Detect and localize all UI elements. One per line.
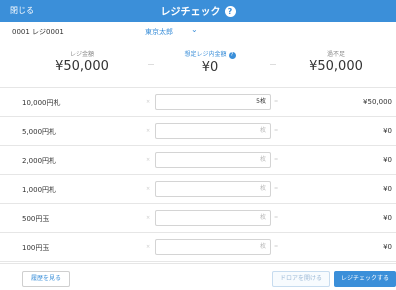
quantity-input[interactable]: 枚	[155, 239, 271, 255]
denomination-label: 500円玉	[22, 215, 50, 223]
equals-sign: =	[274, 99, 279, 105]
table-row: 500円玉 × 枚 = ¥0	[0, 204, 396, 233]
open-drawer-button[interactable]: ドロアを開ける	[272, 271, 330, 287]
quantity-input[interactable]: 5枚	[155, 94, 271, 110]
row-amount: ¥0	[383, 156, 392, 164]
table-row: 10,000円札 × 5枚 = ¥50,000	[0, 88, 396, 117]
equals-sign: =	[274, 244, 279, 250]
table-row: 1,000円札 × 枚 = ¥0	[0, 175, 396, 204]
page-title: レジチェック	[160, 7, 221, 18]
table-row: 2,000円札 × 枚 = ¥0	[0, 146, 396, 175]
row-amount: ¥0	[383, 214, 392, 222]
summary-panel: レジ金額 ¥50,000 想定レジ内金額? ¥0 過不足 ¥50,000	[0, 40, 396, 88]
register-amount-value: ¥50,000	[55, 59, 109, 74]
register-bar: 0001 レジ0001 東京太郎 ⌄	[0, 22, 396, 40]
help-icon[interactable]: ?	[228, 52, 236, 59]
equals-sign: =	[274, 128, 279, 134]
multiply-sign: ×	[146, 186, 151, 192]
difference-block: 過不足 ¥50,000	[276, 49, 396, 74]
denomination-label: 2,000円札	[22, 157, 57, 165]
history-button[interactable]: 履歴を見る	[22, 271, 70, 287]
row-amount: ¥0	[383, 185, 392, 193]
row-amount: ¥50,000	[363, 98, 392, 106]
quantity-input[interactable]: 枚	[155, 123, 271, 139]
footer-bar: 履歴を見る ドロアを開ける レジチェックする	[0, 263, 396, 290]
quantity-input[interactable]: 枚	[155, 181, 271, 197]
expected-amount-label: 想定レジ内金額	[184, 51, 227, 58]
multiply-sign: ×	[146, 244, 151, 250]
table-row: 5,000円札 × 枚 = ¥0	[0, 117, 396, 146]
denomination-label: 100円玉	[22, 244, 50, 252]
equals-sign: =	[274, 157, 279, 163]
page-title-group: レジチェック?	[0, 3, 396, 18]
store-selector[interactable]: 東京太郎	[145, 27, 173, 37]
multiply-sign: ×	[146, 99, 151, 105]
register-amount-label: レジ金額	[69, 51, 94, 58]
expected-amount-value: ¥0	[201, 60, 219, 75]
register-amount-block: レジ金額 ¥50,000	[22, 49, 142, 74]
quantity-input[interactable]: 枚	[155, 210, 271, 226]
equals-sign: =	[274, 215, 279, 221]
expected-amount-block: 想定レジ内金額? ¥0	[150, 49, 270, 75]
info-icon[interactable]: ?	[224, 6, 236, 17]
denomination-label: 1,000円札	[22, 186, 57, 194]
app-header: 閉じる レジチェック?	[0, 0, 396, 22]
row-amount: ¥0	[383, 243, 392, 251]
register-check-button[interactable]: レジチェックする	[334, 271, 396, 287]
denomination-label: 5,000円札	[22, 128, 57, 136]
register-id: 0001 レジ0001	[12, 28, 64, 36]
difference-label: 過不足	[326, 51, 345, 58]
multiply-sign: ×	[146, 157, 151, 163]
expected-amount-label-wrap: 想定レジ内金額?	[150, 49, 270, 59]
quantity-input[interactable]: 枚	[155, 152, 271, 168]
row-amount: ¥0	[383, 127, 392, 135]
table-row: 100円玉 × 枚 = ¥0	[0, 233, 396, 262]
denomination-label: 10,000円札	[22, 99, 61, 107]
difference-value: ¥50,000	[309, 59, 363, 74]
equals-sign: =	[274, 186, 279, 192]
multiply-sign: ×	[146, 215, 151, 221]
multiply-sign: ×	[146, 128, 151, 134]
chevron-down-icon[interactable]: ⌄	[191, 25, 198, 34]
